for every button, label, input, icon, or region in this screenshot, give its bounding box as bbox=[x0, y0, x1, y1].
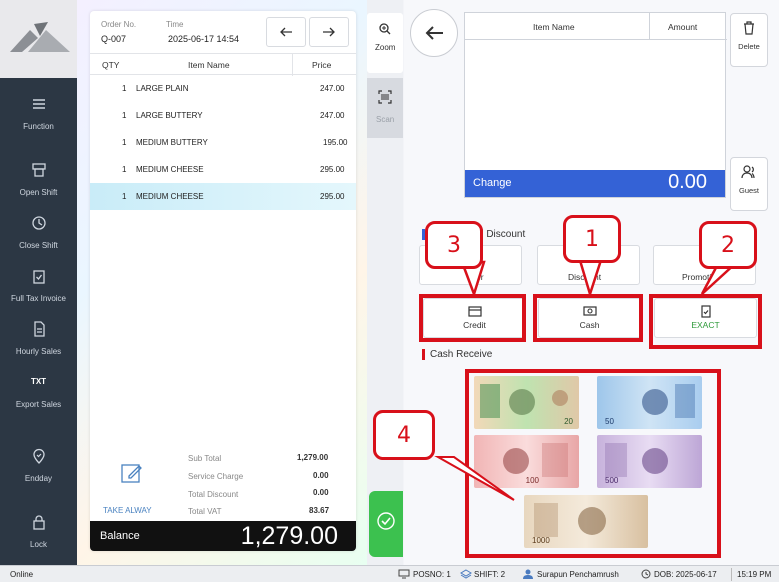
prev-order-button[interactable] bbox=[266, 17, 306, 47]
document-icon bbox=[33, 321, 45, 337]
status-time: 15:19 PM bbox=[737, 570, 772, 579]
nav-open-shift-label: Open Shift bbox=[19, 188, 58, 197]
check-circle-icon bbox=[377, 512, 395, 530]
row-item: MEDIUM CHEESE bbox=[136, 192, 204, 201]
zoom-icon bbox=[379, 23, 391, 35]
nav-full-tax-invoice-label: Full Tax Invoice bbox=[11, 294, 66, 303]
total-discount-value: 0.00 bbox=[313, 488, 329, 497]
row-price: 247.00 bbox=[320, 111, 345, 120]
nav-export-sales-label: Export Sales bbox=[15, 400, 62, 409]
txt-file-icon: TXT bbox=[30, 377, 47, 386]
callout-3: 3 bbox=[425, 221, 483, 269]
callout-2: 2 bbox=[699, 221, 757, 269]
service-charge-value: 0.00 bbox=[313, 471, 329, 480]
monitor-icon bbox=[398, 569, 410, 579]
order-row[interactable]: 1 LARGE BUTTERY 247.00 bbox=[90, 102, 356, 129]
clipboard-check-icon bbox=[32, 270, 45, 284]
confirm-payment-button[interactable] bbox=[369, 491, 403, 557]
service-charge-label: Service Charge bbox=[188, 472, 244, 481]
row-price: 195.00 bbox=[323, 138, 348, 147]
clock-icon bbox=[641, 569, 651, 579]
row-item: MEDIUM BUTTERY bbox=[136, 138, 208, 147]
row-price: 247.00 bbox=[320, 84, 345, 93]
col-item-name: Item Name bbox=[188, 60, 230, 70]
nav-hourly-sales-label: Hourly Sales bbox=[15, 347, 62, 356]
arrow-right-icon bbox=[323, 27, 335, 37]
zoom-label: Zoom bbox=[375, 43, 396, 52]
row-item: MEDIUM CHEESE bbox=[136, 165, 204, 174]
col-price: Price bbox=[312, 60, 332, 70]
status-shift: SHIFT: 2 bbox=[474, 570, 506, 579]
total-discount-label: Total Discount bbox=[188, 490, 239, 499]
logo-icon bbox=[10, 22, 70, 52]
nav-lock[interactable]: Lock bbox=[0, 514, 77, 552]
user-icon bbox=[523, 569, 533, 579]
status-bar: Online POSNO: 1 SHIFT: 2 Surapun Pencham… bbox=[0, 565, 779, 582]
sub-total-value: 1,279.00 bbox=[297, 453, 329, 462]
nav-full-tax-invoice[interactable]: Full Tax Invoice bbox=[0, 268, 77, 306]
time-value: 2025-06-17 14:54 bbox=[168, 34, 240, 44]
row-qty: 1 bbox=[122, 84, 127, 93]
row-item: LARGE PLAIN bbox=[136, 84, 189, 93]
row-qty: 1 bbox=[122, 165, 127, 174]
drawer-icon bbox=[31, 163, 46, 177]
edit-note-icon[interactable] bbox=[120, 461, 144, 485]
status-user: Surapun Penchamrush bbox=[537, 570, 619, 579]
order-row[interactable]: 1 MEDIUM BUTTERY 195.00 bbox=[90, 129, 356, 156]
clock-icon bbox=[31, 216, 46, 230]
col-qty: QTY bbox=[102, 60, 120, 70]
app-logo bbox=[0, 0, 77, 78]
order-no-label: Order No. bbox=[101, 20, 137, 29]
take-away-label[interactable]: TAKE ALWAY bbox=[103, 506, 152, 515]
nav-close-shift-label: Close Shift bbox=[19, 241, 58, 250]
status-online: Online bbox=[10, 570, 34, 579]
row-price: 295.00 bbox=[320, 192, 345, 201]
zoom-button[interactable]: Zoom bbox=[367, 13, 403, 73]
callout-pointers bbox=[434, 255, 741, 501]
nav-function[interactable]: Function bbox=[0, 96, 77, 134]
order-row[interactable]: 1 LARGE PLAIN 247.00 bbox=[90, 75, 356, 102]
total-vat-label: Total VAT bbox=[188, 507, 222, 516]
time-label: Time bbox=[166, 20, 184, 29]
balance-value: 1,279.00 bbox=[240, 522, 338, 550]
barcode-scan-icon bbox=[378, 90, 392, 104]
row-qty: 1 bbox=[122, 138, 127, 147]
nav-hourly-sales[interactable]: Hourly Sales bbox=[0, 321, 77, 359]
nav-lock-label: Lock bbox=[30, 540, 47, 549]
arrow-left-icon bbox=[280, 27, 292, 37]
nav-function-label: Function bbox=[23, 122, 54, 131]
location-pin-icon bbox=[32, 448, 45, 464]
row-qty: 1 bbox=[122, 111, 127, 120]
layers-icon bbox=[460, 569, 472, 579]
status-posno: POSNO: 1 bbox=[413, 570, 451, 579]
nav-close-shift[interactable]: Close Shift bbox=[0, 215, 77, 253]
nav-open-shift[interactable]: Open Shift bbox=[0, 162, 77, 200]
callout-4: 4 bbox=[373, 410, 435, 460]
order-table-header: QTY Item Name Price bbox=[90, 53, 356, 76]
nav-endday[interactable]: Endday bbox=[0, 448, 77, 486]
callout-1: 1 bbox=[563, 215, 621, 263]
row-item: LARGE BUTTERY bbox=[136, 111, 203, 120]
status-dob: DOB: 2025-06-17 bbox=[654, 570, 717, 579]
lock-icon bbox=[32, 515, 45, 530]
payment-panel: Item Name Amount Change 0.00 Delete Gues… bbox=[373, 0, 779, 565]
nav-export-sales[interactable]: TXT Export Sales bbox=[0, 374, 77, 412]
order-no-value: Q-007 bbox=[101, 34, 127, 44]
nav-endday-label: Endday bbox=[24, 474, 53, 483]
balance-bar: Balance 1,279.00 bbox=[90, 521, 356, 551]
order-row[interactable]: 1 MEDIUM CHEESE 295.00 bbox=[90, 156, 356, 183]
order-panel: Order No. Q-007 Time 2025-06-17 14:54 QT… bbox=[90, 11, 356, 551]
scan-label: Scan bbox=[376, 115, 395, 124]
balance-label: Balance bbox=[100, 530, 140, 542]
row-price: 295.00 bbox=[320, 165, 345, 174]
tool-strip: Zoom Scan bbox=[367, 0, 403, 565]
next-order-button[interactable] bbox=[309, 17, 349, 47]
sidebar: Function Open Shift Close Shift Full Tax… bbox=[0, 78, 77, 565]
sub-total-label: Sub Total bbox=[188, 454, 222, 463]
row-qty: 1 bbox=[122, 192, 127, 201]
total-vat-value: 83.67 bbox=[309, 506, 330, 515]
order-row-selected[interactable]: 1 MEDIUM CHEESE 295.00 bbox=[90, 183, 356, 210]
menu-icon bbox=[32, 99, 45, 109]
scan-button[interactable]: Scan bbox=[367, 78, 403, 138]
